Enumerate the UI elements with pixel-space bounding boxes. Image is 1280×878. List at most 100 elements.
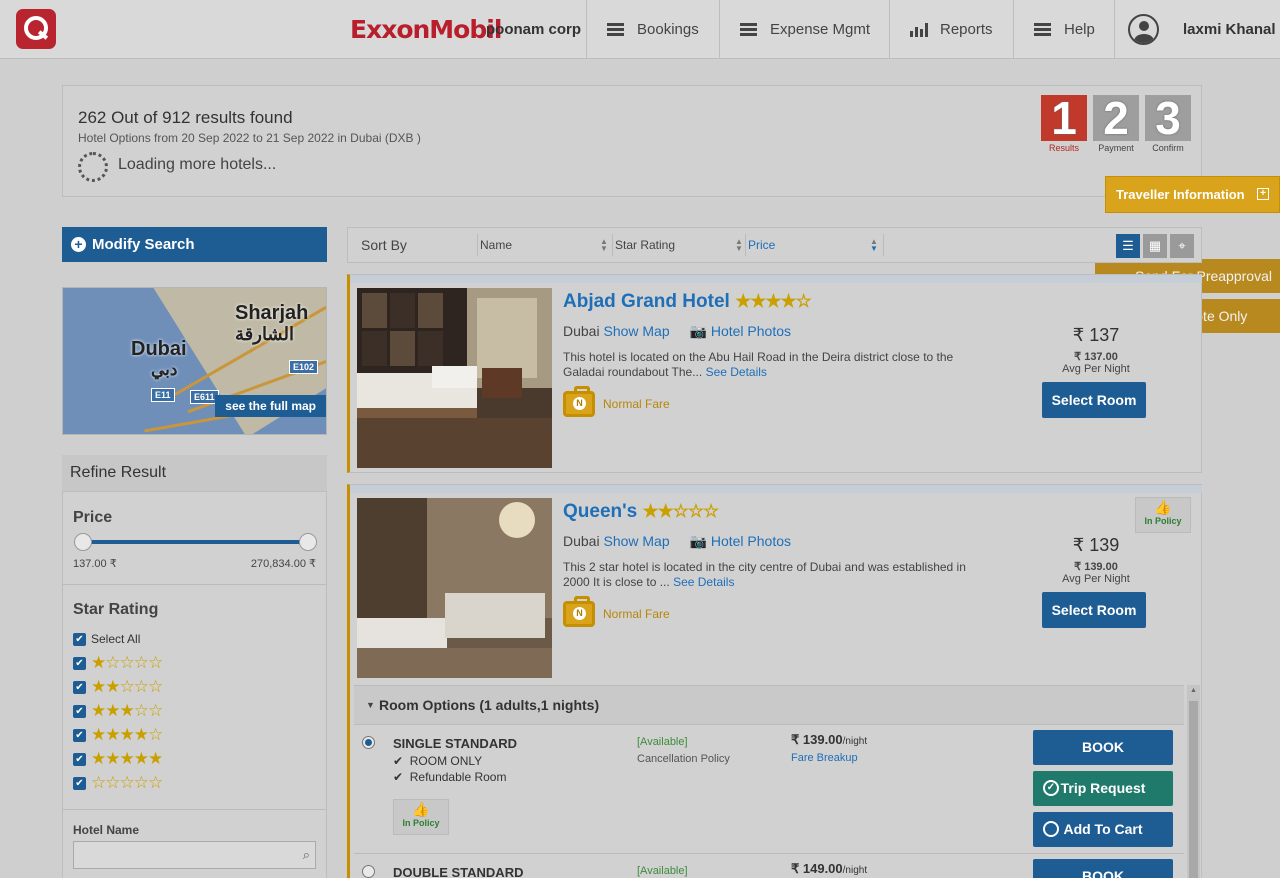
select-room-button[interactable]: Select Room [1042, 382, 1146, 418]
scroll-up-icon[interactable]: ▲ [1190, 687, 1197, 694]
sort-arrows-icon[interactable]: ▲ ▼ [735, 238, 743, 253]
list-view-icon[interactable]: ☰ [1116, 234, 1140, 258]
camera-icon: 📷 [689, 323, 707, 339]
hotel-photos-link[interactable]: Hotel Photos [711, 323, 791, 339]
star-rating-icon: ★★☆☆☆ [91, 677, 163, 696]
hotel-location: Dubai Show Map 📷 Hotel Photos [563, 533, 792, 549]
menu-icon [740, 23, 757, 36]
hotel-name-input[interactable]: ⌕ [73, 841, 316, 869]
price-slider-track[interactable] [83, 540, 308, 544]
checkbox-checked-icon[interactable]: ✔ [73, 752, 86, 766]
loading-text: Loading more hotels... [118, 156, 277, 173]
corp-name: poonam corp [486, 21, 582, 38]
star-filter-2[interactable]: ✔ ★★☆☆☆ [73, 677, 163, 696]
room-feature: ✔ ROOM ONLY [393, 754, 483, 768]
briefcase-icon: N [563, 596, 595, 627]
price-slider-max-handle[interactable] [299, 533, 317, 551]
show-map-link[interactable]: Show Map [603, 533, 669, 549]
sort-arrows-icon[interactable]: ▲ ▼ [870, 238, 878, 253]
hotel-card: Abjad Grand Hotel ★★★★☆ Dubai Show Map 📷… [347, 274, 1202, 473]
sort-by-label: Sort By [361, 237, 407, 253]
room-options-scrollbar[interactable]: ▲ [1187, 685, 1200, 878]
loading-spinner-icon [78, 152, 108, 182]
trip-request-button[interactable]: ✓ Trip Request [1033, 771, 1173, 806]
fare-breakup-link[interactable]: Fare Breakup [791, 752, 858, 764]
room-type: SINGLE STANDARD [393, 736, 517, 751]
star-rating-icon: ★★☆☆☆ [642, 501, 720, 521]
star-filter-1[interactable]: ✔ ★☆☆☆☆ [73, 653, 163, 672]
hotel-price: ₹ 137 ₹ 137.00 Avg Per Night [1062, 325, 1130, 375]
thumbs-up-icon: 👍 [412, 801, 430, 817]
room-price: ₹ 139.00/night [791, 732, 868, 747]
sort-star-rating[interactable]: Star Rating [615, 228, 745, 262]
price-slider-min-handle[interactable] [74, 533, 92, 551]
sort-name[interactable]: Name [480, 228, 610, 262]
check-circle-icon: ✓ [1043, 780, 1059, 796]
room-options-toggle[interactable]: ▼ Room Options (1 adults,1 nights) [354, 685, 1184, 725]
reports-icon [910, 22, 928, 37]
book-button[interactable]: BOOK [1033, 730, 1173, 765]
road-shield: E11 [151, 388, 175, 402]
step-payment: 2 Payment [1093, 95, 1139, 153]
traveller-information-button[interactable]: Traveller Information + [1105, 176, 1280, 213]
checkbox-checked-icon[interactable]: ✔ [73, 680, 86, 694]
search-details: Hotel Options from 20 Sep 2022 to 21 Sep… [78, 131, 421, 145]
room-radio[interactable] [362, 865, 375, 878]
sort-arrows-icon[interactable]: ▲ ▼ [600, 238, 608, 253]
hotel-name[interactable]: Queen's ★★☆☆☆ [563, 501, 720, 523]
user-avatar-icon[interactable] [1128, 14, 1159, 45]
modify-search-button[interactable]: + Modify Search [62, 227, 327, 262]
star-filter-4[interactable]: ✔ ★★★★☆ [73, 725, 163, 744]
user-name[interactable]: laxmi Khanal [1183, 21, 1276, 38]
star-select-all[interactable]: ✔ Select All [73, 630, 140, 648]
star-filter-3[interactable]: ✔ ★★★☆☆ [73, 701, 163, 720]
checkbox-checked-icon[interactable]: ✔ [73, 728, 86, 742]
hotel-description: This hotel is located on the Abu Hail Ro… [563, 350, 954, 379]
map-label: الشارقة [235, 324, 294, 344]
show-map-link[interactable]: Show Map [603, 323, 669, 339]
hotel-price: ₹ 139 ₹ 139.00 Avg Per Night [1062, 535, 1130, 585]
see-full-map-link[interactable]: see the full map [215, 395, 326, 417]
map-pin-icon[interactable]: ⌖ [1170, 234, 1194, 258]
select-room-button[interactable]: Select Room [1042, 592, 1146, 628]
menu-icon [607, 23, 624, 36]
star-filter-0[interactable]: ✔ ☆☆☆☆☆ [73, 773, 163, 792]
refine-panel: Price 137.00 ₹ 270,834.00 ₹ Star Rating … [62, 491, 327, 878]
nav-expense-mgmt[interactable]: Expense Mgmt [719, 0, 889, 59]
hotel-photo[interactable] [357, 498, 552, 678]
sort-price[interactable]: Price [748, 228, 878, 262]
fare-type: N Normal Fare [563, 386, 670, 417]
see-details-link[interactable]: See Details [706, 365, 767, 379]
nav-bookings[interactable]: Bookings [586, 0, 719, 59]
hotel-photo[interactable] [357, 288, 552, 468]
room-radio-selected[interactable] [362, 736, 375, 749]
search-icon[interactable]: ⌕ [303, 847, 310, 863]
map-preview[interactable]: Sharjah الشارقة Dubai دبي E102 E11 E611 … [62, 287, 327, 435]
checkbox-checked-icon[interactable]: ✔ [73, 704, 86, 718]
hotel-name[interactable]: Abjad Grand Hotel ★★★★☆ [563, 291, 812, 313]
room-type: DOUBLE STANDARD [393, 865, 524, 878]
book-button[interactable]: BOOK [1033, 859, 1173, 878]
checkbox-checked-icon[interactable]: ✔ [73, 776, 86, 790]
cancellation-policy-link[interactable]: Cancellation Policy [637, 753, 730, 765]
nav-help[interactable]: Help [1013, 0, 1114, 59]
top-navbar: ExxonMobil poonam corp Bookings Expense … [0, 0, 1280, 59]
app-logo[interactable] [16, 9, 56, 49]
star-rating-icon: ★★★★★ [91, 749, 163, 768]
nav-reports[interactable]: Reports [889, 0, 1013, 59]
star-filter-5[interactable]: ✔ ★★★★★ [73, 749, 163, 768]
map-label: دبي [151, 360, 178, 379]
star-rating-icon: ★★★★☆ [735, 291, 812, 311]
add-to-cart-button[interactable]: Add To Cart [1033, 812, 1173, 847]
hotel-card: Queen's ★★☆☆☆ Dubai Show Map 📷 Hotel Pho… [347, 484, 1202, 878]
briefcase-icon: N [563, 386, 595, 417]
checkbox-checked-icon[interactable]: ✔ [73, 632, 86, 646]
see-details-link[interactable]: See Details [673, 575, 734, 589]
results-summary: 262 Out of 912 results found Hotel Optio… [62, 85, 1202, 197]
check-icon: ✔ [393, 754, 404, 768]
grid-view-icon[interactable]: ▦ [1143, 234, 1167, 258]
hotel-photos-link[interactable]: Hotel Photos [711, 533, 791, 549]
results-count: 262 Out of 912 results found [78, 108, 293, 127]
checkbox-checked-icon[interactable]: ✔ [73, 656, 86, 670]
in-policy-badge: 👍 In Policy [1135, 497, 1191, 533]
